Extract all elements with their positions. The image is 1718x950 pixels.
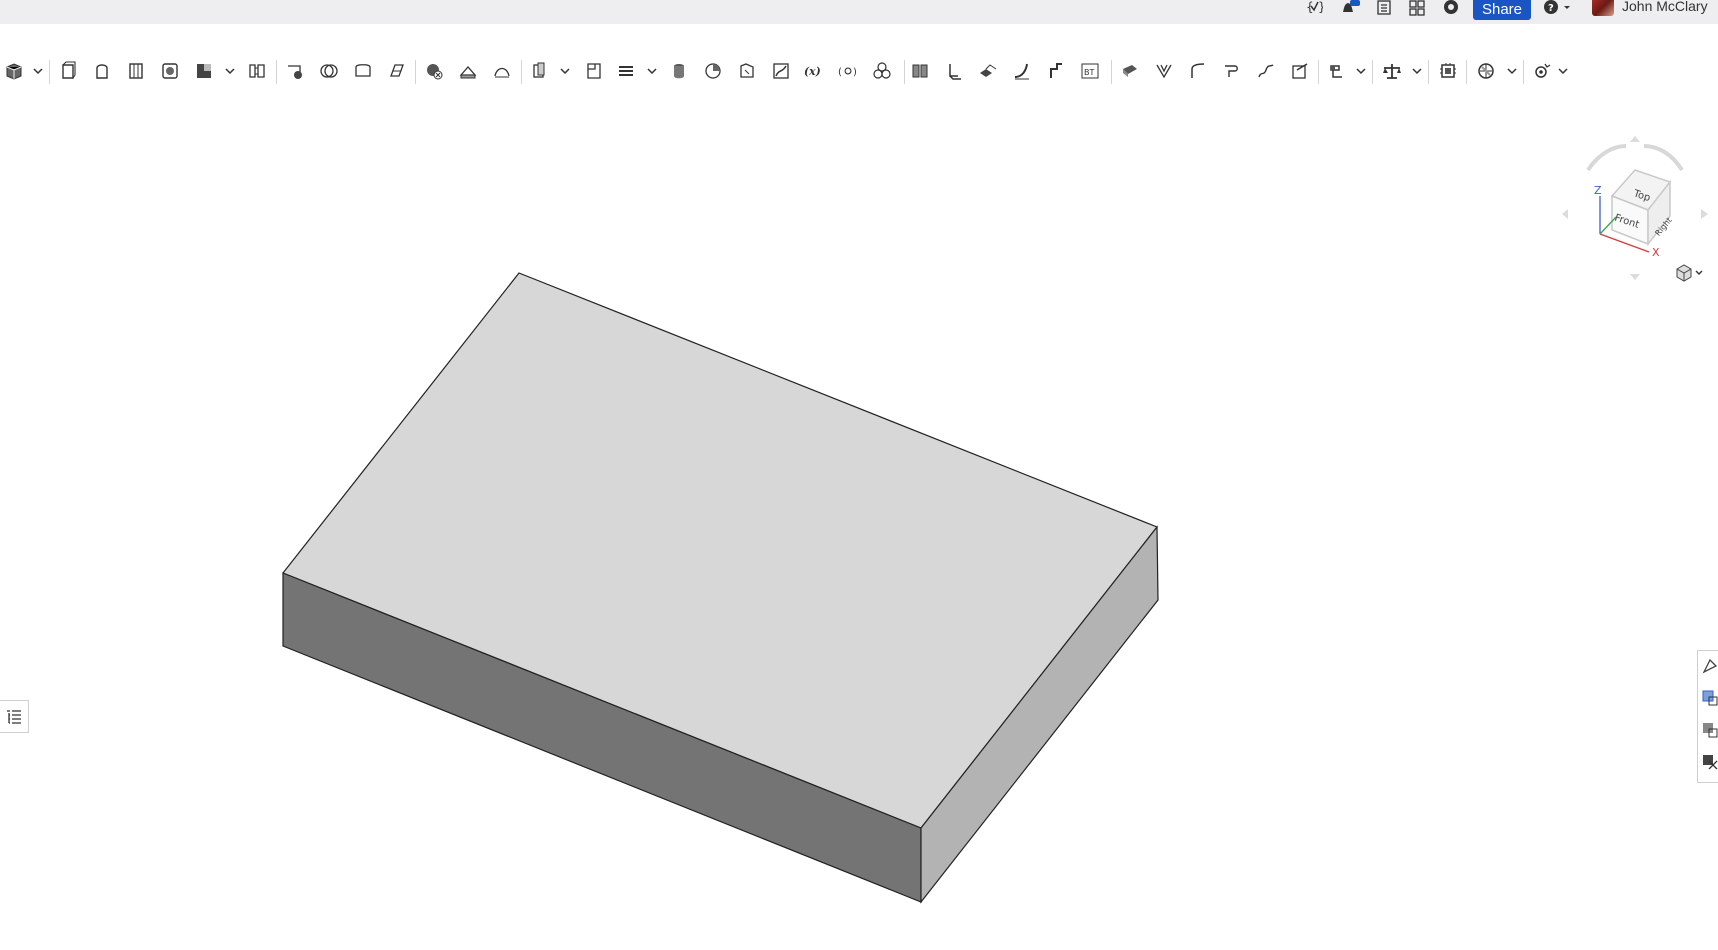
feature-list-toggle[interactable]: [0, 700, 29, 733]
feature-list-icon: [7, 709, 21, 724]
view-up-arrow[interactable]: [1630, 136, 1640, 142]
right-panel-tabs: [1697, 650, 1718, 783]
view-cube[interactable]: Top Front Right Z X: [1560, 132, 1710, 292]
appearance-icon[interactable]: [1701, 657, 1718, 675]
properties-icon[interactable]: [1701, 721, 1718, 739]
rotate-right-arrow[interactable]: [1643, 144, 1684, 172]
comments-icon[interactable]: [1701, 753, 1718, 771]
notifications-icon[interactable]: [1340, 0, 1362, 16]
rotate-left-arrow[interactable]: [1586, 144, 1627, 172]
z-axis-label: Z: [1594, 184, 1602, 197]
help-icon[interactable]: ?: [1542, 0, 1572, 16]
learning-icon[interactable]: [1441, 0, 1461, 16]
configurations-icon[interactable]: [1701, 689, 1718, 707]
graphics-viewport[interactable]: Top Front Right Z X: [0, 60, 1718, 950]
svg-text:?: ?: [1548, 3, 1554, 14]
user-name[interactable]: John McClary: [1622, 0, 1708, 14]
feature-toolbar: (x) () BT: [0, 28, 1718, 84]
avatar[interactable]: [1592, 0, 1614, 16]
view-down-arrow[interactable]: [1630, 274, 1640, 280]
apps-icon[interactable]: [1407, 0, 1427, 16]
variables-icon[interactable]: {}: [1304, 0, 1324, 16]
tasks-icon[interactable]: [1374, 0, 1394, 16]
share-button[interactable]: Share: [1473, 0, 1531, 20]
top-header: {} Share ? John McClary: [0, 0, 1718, 24]
x-axis-label: X: [1652, 246, 1660, 259]
svg-text:}: }: [1318, 0, 1323, 14]
view-left-arrow[interactable]: [1562, 209, 1568, 219]
view-right-arrow[interactable]: [1701, 209, 1708, 219]
view-mode-dropdown[interactable]: [1676, 264, 1703, 282]
box-part[interactable]: [0, 60, 1718, 950]
